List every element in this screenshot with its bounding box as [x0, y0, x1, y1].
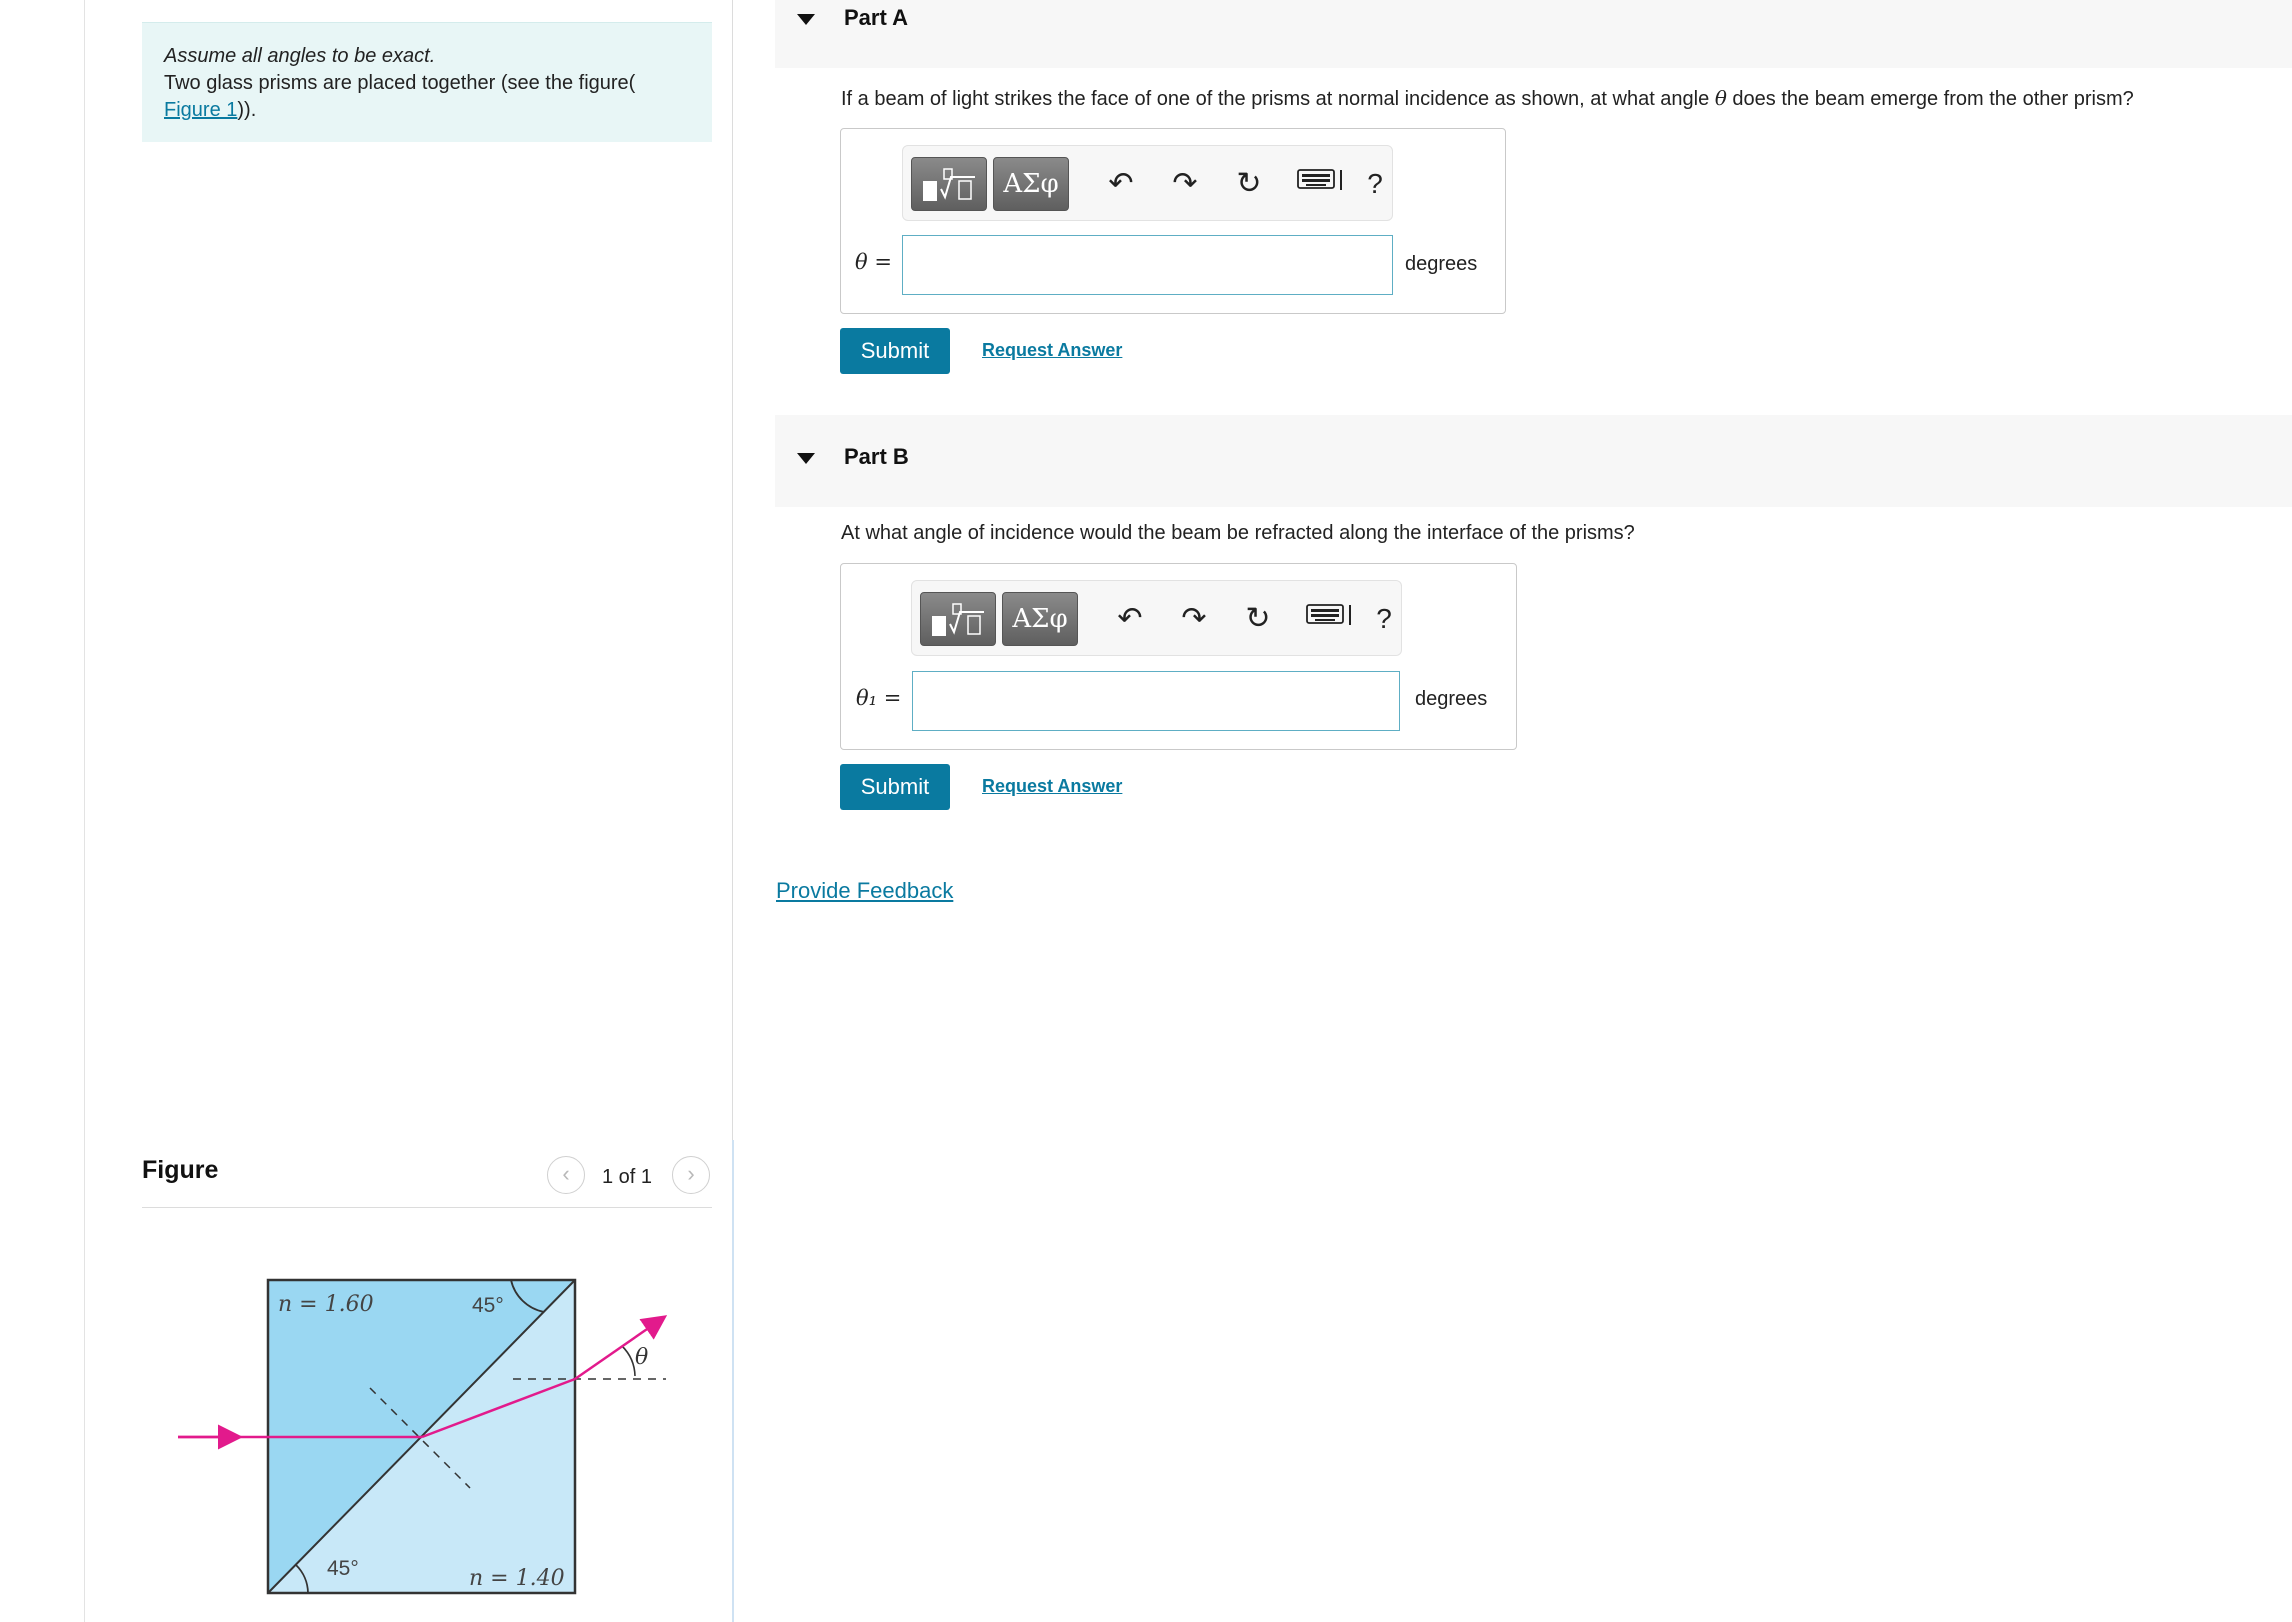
part-b-unit: degrees	[1415, 688, 1488, 710]
problem-intro: Assume all angles to be exact. Two glass…	[142, 22, 712, 142]
exact-angles-note: Assume all angles to be exact.	[164, 45, 436, 67]
part-a-unit: degrees	[1405, 253, 1478, 275]
prism-figure: n = 1.60 45° 45° n = 1.40 θ	[178, 1278, 668, 1595]
part-a-answer-box: ΑΣφ ↶ ↷ ↻ ? θ = degrees	[840, 128, 1506, 314]
provide-feedback-link[interactable]: Provide Feedback	[776, 878, 953, 904]
label-theta: θ	[635, 1345, 648, 1370]
redo-icon[interactable]: ↷	[1165, 164, 1205, 204]
greek-symbols-button[interactable]: ΑΣφ	[993, 157, 1069, 211]
part-b-answer-input[interactable]	[912, 671, 1400, 731]
theta-variable-label: θ =	[855, 250, 892, 274]
part-a-answer-input[interactable]	[902, 235, 1393, 295]
part-a-submit-button[interactable]: Submit	[840, 328, 950, 374]
statement-text-end: )).	[237, 99, 257, 121]
theta-symbol: θ	[1714, 86, 1727, 110]
figure-pager-label: 1 of 1	[602, 1166, 653, 1188]
undo-icon[interactable]: ↶	[1110, 599, 1150, 639]
templates-button[interactable]	[920, 592, 996, 646]
keyboard-button[interactable]	[1293, 164, 1349, 204]
figure-title: Figure	[142, 1156, 219, 1184]
keyboard-button[interactable]	[1302, 599, 1358, 639]
theta-arc	[621, 1345, 636, 1377]
math-toolbar: ΑΣφ ↶ ↷ ↻ ?	[902, 145, 1393, 221]
label-n-lower: n = 1.40	[469, 1566, 565, 1591]
chevron-left-icon: ‹	[562, 1161, 570, 1186]
part-a-header[interactable]: Part A	[775, 0, 2292, 68]
redo-icon[interactable]: ↷	[1174, 599, 1214, 639]
label-n-upper: n = 1.60	[278, 1292, 374, 1317]
figure-header: Figure ‹ 1 of 1 ›	[142, 1152, 712, 1208]
part-b-question: At what angle of incidence would the bea…	[841, 522, 1635, 544]
reset-icon[interactable]: ↻	[1238, 599, 1278, 639]
part-b-submit-button[interactable]: Submit	[840, 764, 950, 810]
templates-icon	[932, 603, 984, 636]
greek-symbols-button[interactable]: ΑΣφ	[1002, 592, 1078, 646]
theta1-variable-label: θ₁ =	[856, 686, 902, 710]
templates-icon	[923, 168, 975, 201]
problem-statement: Two glass prisms are placed together (se…	[164, 70, 690, 124]
previous-figure-button[interactable]: ‹	[547, 1156, 585, 1194]
reset-icon[interactable]: ↻	[1229, 164, 1269, 204]
label-angle-bottom: 45°	[327, 1557, 359, 1580]
part-b-answer-box: ΑΣφ ↶ ↷ ↻ ? θ₁ = degrees	[840, 563, 1517, 750]
caret-down-icon	[797, 453, 815, 464]
part-a-request-answer-link[interactable]: Request Answer	[982, 340, 1122, 361]
help-button[interactable]: ?	[1355, 164, 1395, 204]
part-a-question-text-end: does the beam emerge from the other pris…	[1726, 88, 2134, 110]
part-b-title: Part B	[844, 444, 909, 469]
keyboard-icon	[1306, 604, 1351, 625]
chevron-right-icon: ›	[687, 1161, 695, 1186]
part-a-question: If a beam of light strikes the face of o…	[841, 86, 2134, 111]
part-b-request-answer-link[interactable]: Request Answer	[982, 776, 1122, 797]
undo-icon[interactable]: ↶	[1101, 164, 1141, 204]
keyboard-icon	[1297, 169, 1342, 190]
math-toolbar: ΑΣφ ↶ ↷ ↻ ?	[911, 580, 1402, 656]
statement-text: Two glass prisms are placed together (se…	[164, 72, 636, 94]
left-divider	[84, 0, 85, 1622]
pane-divider-highlight	[732, 1140, 734, 1622]
next-figure-button[interactable]: ›	[672, 1156, 710, 1194]
part-b-header[interactable]: Part B	[775, 415, 2292, 507]
part-a-question-text: If a beam of light strikes the face of o…	[841, 88, 1715, 110]
templates-button[interactable]	[911, 157, 987, 211]
help-button[interactable]: ?	[1364, 599, 1404, 639]
label-angle-top: 45°	[472, 1294, 504, 1317]
caret-down-icon	[797, 14, 815, 25]
emergent-beam	[574, 1315, 668, 1381]
figure-link[interactable]: Figure 1	[164, 99, 237, 121]
part-a-title: Part A	[844, 5, 908, 30]
